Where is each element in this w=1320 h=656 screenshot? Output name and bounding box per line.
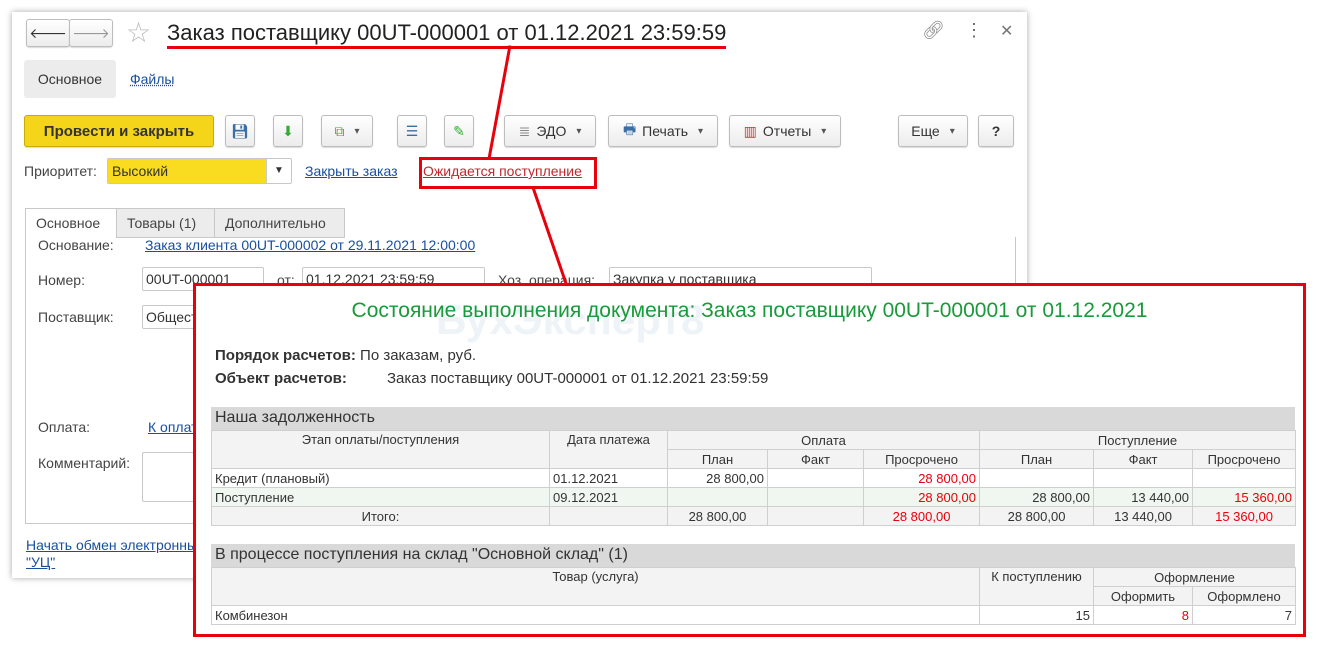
nav-tab-main[interactable]: Основное [24, 60, 116, 98]
col-pay-fact: Факт [767, 449, 864, 469]
dropdown-arrow-icon: ▼ [266, 159, 291, 183]
nav-tab-files[interactable]: Файлы [130, 71, 174, 87]
tab-additional[interactable]: Дополнительно [214, 208, 345, 238]
col-registration: Оформление [1092, 567, 1297, 587]
supplier-label: Поставщик: [38, 309, 114, 325]
col-date: Дата платежа [549, 430, 668, 469]
report-title: Состояние выполнения документа: Заказ по… [351, 299, 1148, 322]
priority-select[interactable]: Высокий ▼ [107, 158, 292, 184]
col-to-receive: К поступлению [979, 567, 1094, 606]
floppy-disk-icon: 💾︎ [231, 122, 249, 139]
structure-button[interactable]: ☰ [397, 115, 427, 147]
create-based-icon: ⧉ [334, 122, 345, 139]
save-button[interactable]: 💾︎ [225, 115, 255, 147]
col-receipt: Поступление [979, 430, 1297, 450]
table-row: Поступление 09.12.2021 28 800,00 28 800,… [211, 487, 1297, 507]
col-pay-overdue: Просрочено [862, 449, 981, 469]
warehouse-section-header: В процессе поступления на склад "Основно… [211, 544, 1295, 567]
basis-label: Основание: [38, 237, 114, 253]
tab-goods[interactable]: Товары (1) [116, 208, 215, 238]
table-row: Кредит (плановый) 01.12.2021 28 800,00 2… [211, 468, 1297, 488]
total-row: Итого: 28 800,00 28 800,00 28 800,00 13 … [211, 506, 1297, 526]
window-title: Заказ поставщику 00UT-000001 от 01.12.20… [167, 20, 727, 49]
arrow-left-icon: 🡐 [29, 24, 67, 41]
post-and-close-button[interactable]: Провести и закрыть [24, 115, 214, 147]
edo-button[interactable]: ≣ ЭДО [504, 115, 596, 147]
edit-history-button[interactable]: ✎ [444, 115, 474, 147]
number-label: Номер: [38, 272, 85, 288]
more-button[interactable]: Еще [898, 115, 968, 147]
col-to-register: Оформить [1093, 586, 1193, 606]
col-stage: Этап оплаты/поступления [211, 430, 550, 469]
edo-icon: ≣ [518, 122, 531, 139]
col-registered: Оформлено [1191, 586, 1297, 606]
col-rec-plan: План [979, 449, 1095, 469]
list-icon: ☰ [405, 122, 419, 139]
settlement-object: Объект расчетов: Заказ поставщику 00UT-00… [215, 370, 769, 387]
close-icon[interactable]: ✕ [1000, 21, 1013, 41]
post-button[interactable]: ⬇ [273, 115, 303, 147]
document-status-report: БухЭксперт8 Состояние выполнения докумен… [193, 283, 1306, 637]
close-order-link[interactable]: Закрыть заказ [305, 163, 398, 179]
reports-icon: ▥ [743, 122, 757, 139]
back-button[interactable]: 🡐 [26, 19, 70, 47]
col-pay-plan: План [667, 449, 768, 469]
col-item: Товар (услуга) [211, 567, 980, 606]
payment-label: Оплата: [38, 419, 91, 435]
print-button[interactable]: 🖶 Печать [608, 115, 718, 147]
favorite-star-icon[interactable]: ☆ [126, 16, 151, 49]
forward-button[interactable]: 🡒 [69, 19, 113, 47]
col-payment: Оплата [666, 430, 981, 450]
create-based-on-button[interactable]: ⧉ [321, 115, 373, 147]
warehouse-table: Товар (услуга) К поступлению Оформление … [211, 567, 1297, 625]
col-rec-overdue: Просрочено [1192, 449, 1297, 469]
col-rec-fact: Факт [1093, 449, 1194, 469]
status-link[interactable]: Ожидается поступление [423, 163, 582, 179]
tab-main[interactable]: Основное [25, 208, 117, 238]
post-document-icon: ⬇ [282, 122, 294, 139]
arrow-right-icon: 🡒 [72, 24, 110, 41]
debt-section-header: Наша задолженность [211, 407, 1295, 430]
settlement-order: Порядок расчетов: По заказам, руб. [215, 347, 477, 364]
link-icon[interactable]: 🔗︎ [922, 20, 945, 41]
more-vert-icon[interactable]: ⋮ [965, 20, 983, 41]
comment-label: Комментарий: [38, 455, 131, 471]
debt-table: Этап оплаты/поступления Дата платежа Опл… [211, 430, 1297, 526]
table-row: Комбинезон 15 8 7 [211, 605, 1297, 625]
help-button[interactable]: ? [978, 115, 1014, 147]
pencil-clock-icon: ✎ [453, 122, 465, 139]
basis-link[interactable]: Заказ клиента 00UT-000002 от 29.11.2021 … [145, 237, 475, 253]
printer-icon: 🖶 [622, 121, 637, 137]
priority-label: Приоритет: [24, 163, 97, 179]
reports-button[interactable]: ▥ Отчеты [729, 115, 841, 147]
